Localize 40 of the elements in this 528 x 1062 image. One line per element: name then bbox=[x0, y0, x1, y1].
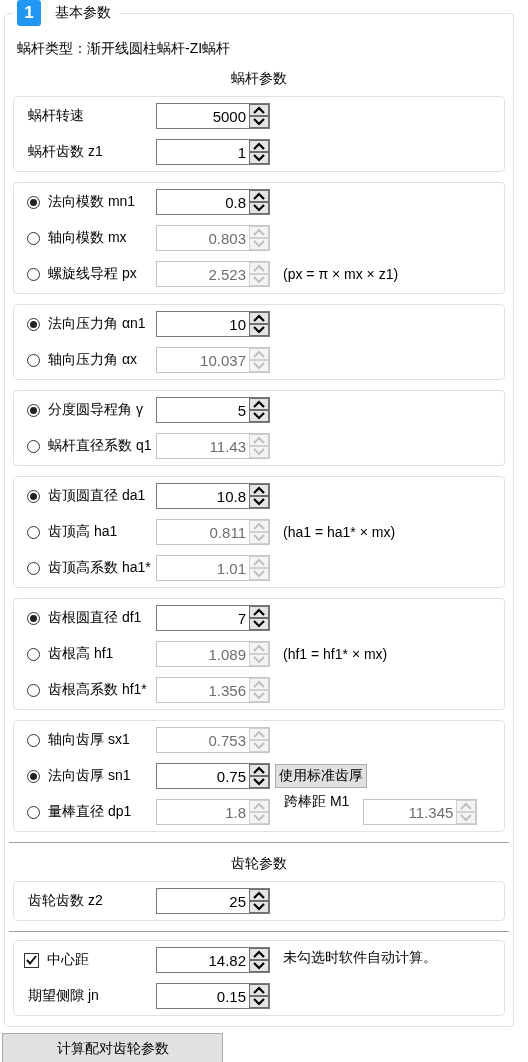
checkbox[interactable] bbox=[24, 952, 39, 968]
field-label: 齿顶高系数 ha1* bbox=[48, 559, 151, 577]
radio-button[interactable] bbox=[27, 611, 40, 625]
field-label: 量棒直径 dp1 bbox=[48, 803, 132, 821]
radio-button[interactable] bbox=[27, 769, 40, 783]
field-label: 蜗杆转速 bbox=[27, 107, 84, 125]
note-text: (px = π × mx × z1) bbox=[283, 266, 399, 282]
field-label: 法向模数 mn1 bbox=[48, 193, 136, 211]
field-label: 中心距 bbox=[47, 951, 89, 969]
field-label: 期望侧隙 jn bbox=[27, 987, 99, 1005]
radio-button[interactable] bbox=[27, 195, 40, 209]
field-label: 轴向模数 mx bbox=[48, 229, 127, 247]
standard-thickness-button[interactable]: 使用标准齿厚 bbox=[275, 764, 367, 788]
radio-button[interactable] bbox=[27, 489, 40, 503]
field-label: 法向齿厚 sn1 bbox=[48, 767, 131, 785]
field-label: 齿根圆直径 df1 bbox=[48, 609, 142, 627]
note-text: 未勾选时软件自动计算。 bbox=[283, 949, 437, 967]
field-label: 齿顶圆直径 da1 bbox=[48, 487, 146, 505]
field-label: 蜗杆直径系数 q1 bbox=[48, 437, 152, 455]
calculate-button[interactable]: 计算配对齿轮参数 bbox=[2, 1033, 223, 1062]
field-label: 轴向齿厚 sx1 bbox=[48, 731, 130, 749]
section-number-badge: 1 bbox=[17, 0, 41, 26]
field-label: 齿顶高 ha1 bbox=[48, 523, 118, 541]
field-label: 螺旋线导程 px bbox=[48, 265, 137, 283]
field-label: 齿根高 hf1 bbox=[48, 645, 114, 663]
field-label: 法向压力角 αn1 bbox=[48, 315, 146, 333]
worm-type-text: 蜗杆类型：渐开线圆柱蜗杆-ZI蜗杆 bbox=[16, 39, 232, 58]
field-label: 齿轮齿数 z2 bbox=[27, 892, 103, 910]
field-label: 蜗杆齿数 z1 bbox=[27, 143, 103, 161]
field-label: 跨棒距 M1 bbox=[284, 793, 350, 811]
note-text: (hf1 = hf1* × mx) bbox=[283, 646, 388, 662]
section-heading: 蜗杆参数 bbox=[230, 69, 288, 88]
field-label: 分度圆导程角 γ bbox=[48, 401, 143, 419]
note-text: (ha1 = ha1* × mx) bbox=[283, 524, 396, 540]
radio-button[interactable] bbox=[27, 403, 40, 417]
field-label: 齿根高系数 hf1* bbox=[48, 681, 147, 699]
section-title: 基本参数 bbox=[55, 4, 111, 22]
field-label: 轴向压力角 αx bbox=[48, 351, 137, 369]
radio-button[interactable] bbox=[27, 317, 40, 331]
section-heading: 齿轮参数 bbox=[230, 854, 288, 873]
